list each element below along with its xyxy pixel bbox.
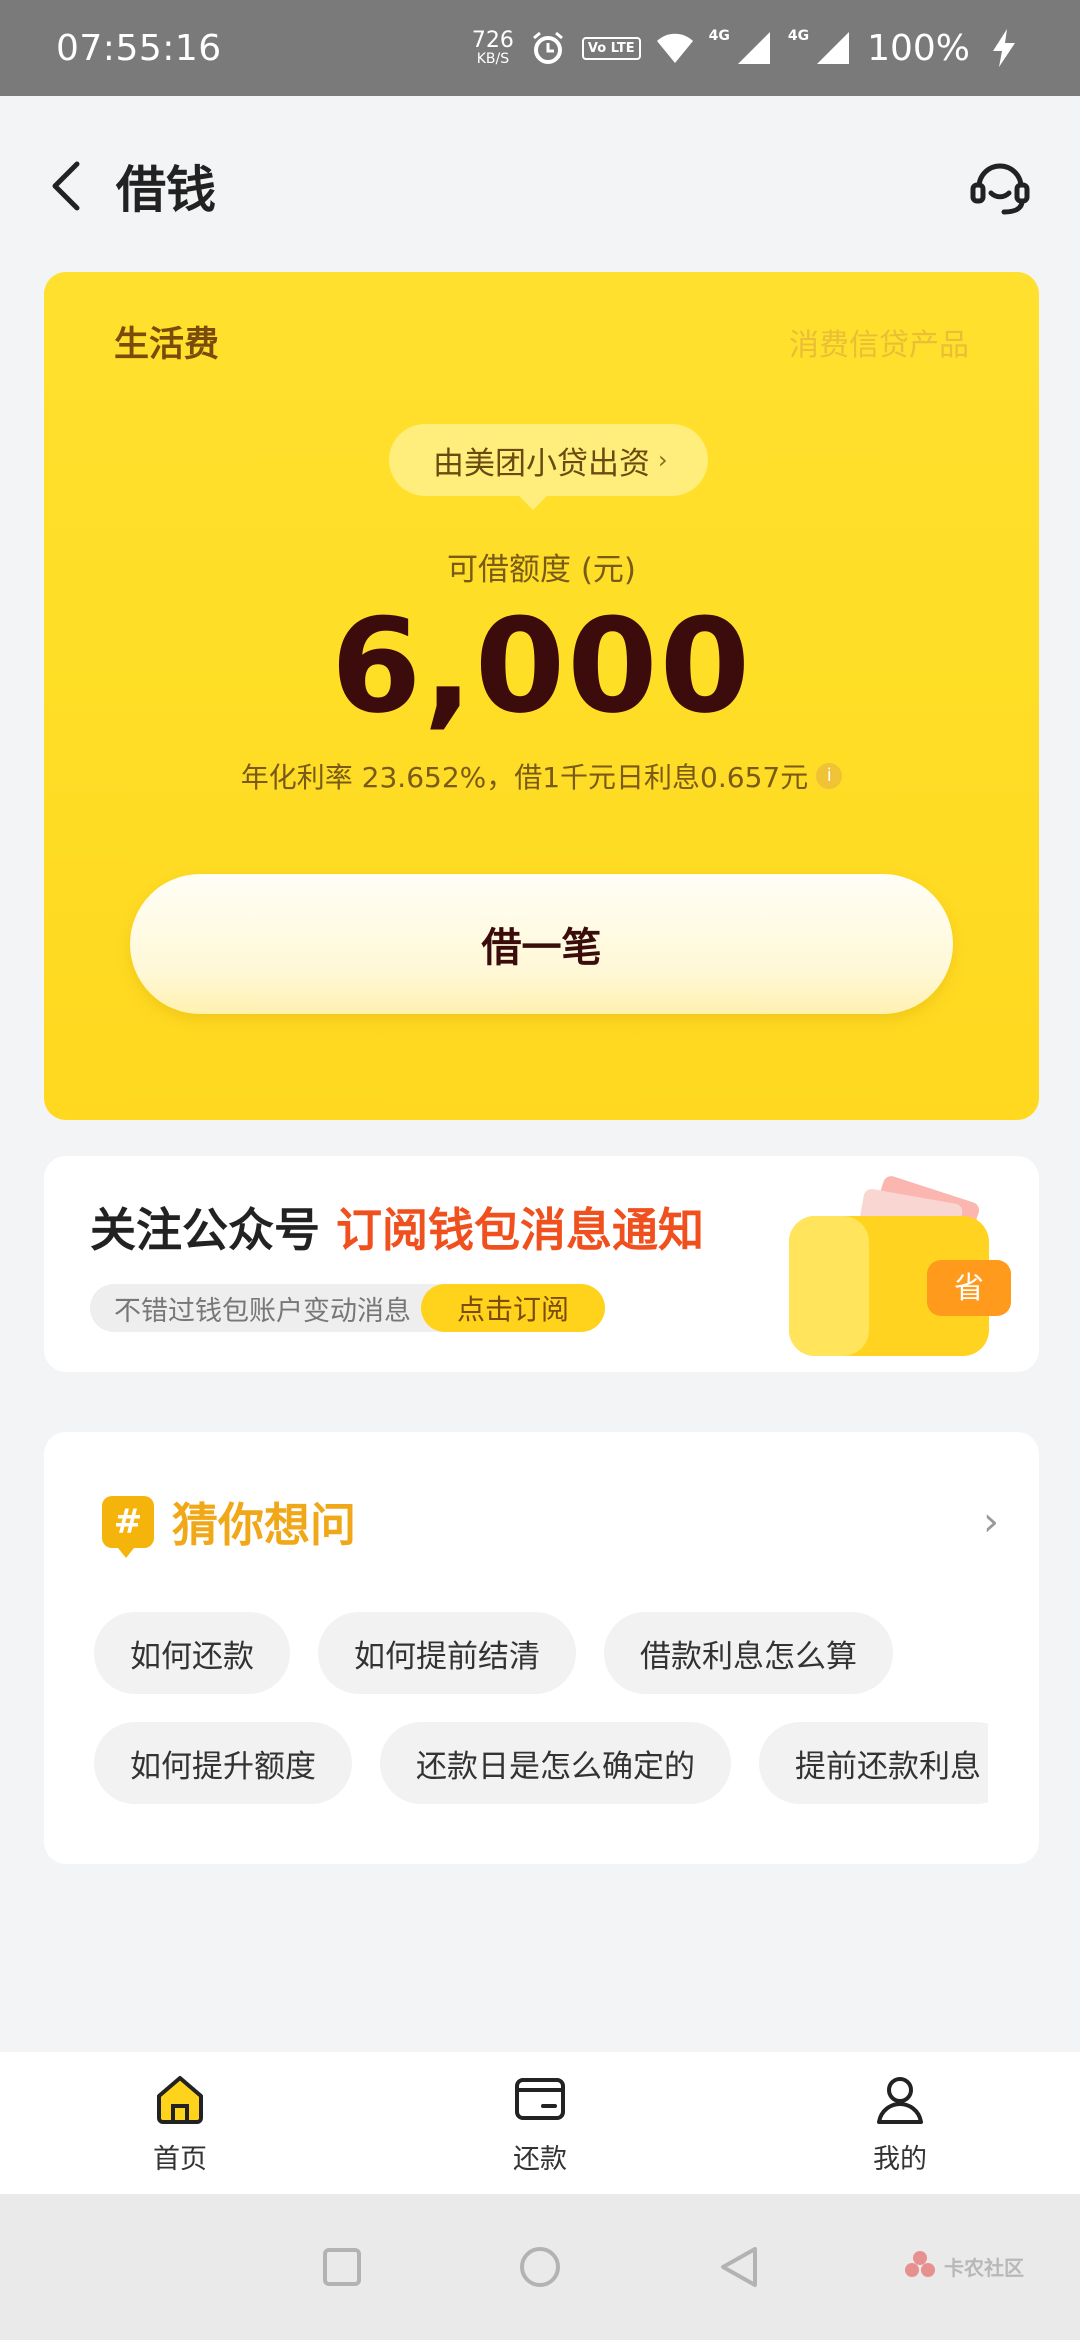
faq-chip[interactable]: 还款日是怎么确定的 [380, 1722, 731, 1804]
recent-apps-button[interactable] [318, 2243, 366, 2291]
status-time: 07:55:16 [56, 27, 222, 69]
info-icon[interactable]: i [816, 763, 843, 789]
watermark-text: 卡农社区 [944, 2255, 1024, 2280]
faq-chip[interactable]: 提前还款利息 [759, 1722, 988, 1804]
subscribe-title-prefix: 关注公众号 [90, 1203, 337, 1257]
product-name: 生活费 [114, 325, 220, 365]
lender-link[interactable]: 由美团小贷出资 › [389, 424, 708, 510]
page-title: 借钱 [116, 161, 216, 219]
square-icon [323, 2248, 361, 2286]
faq-chips: 如何还款 如何提前结清 借款利息怎么算 如何提升额度 还款日是怎么确定的 提前还… [44, 1432, 988, 1864]
quota-amount: 6,000 [330, 590, 753, 742]
nav-label: 首页 [153, 2143, 207, 2175]
rate-text: 年化利率 23.652%，借1千元日利息0.657元 [240, 761, 809, 794]
chevron-right-icon: › [658, 446, 668, 474]
triangle-back-icon [721, 2247, 757, 2287]
sim2-network-type: 4G [787, 28, 810, 44]
bottom-nav: 首页 还款 我的 [0, 2052, 1080, 2194]
app-bar: 借钱 [0, 96, 1080, 276]
volte-icon: Vo LTE [581, 36, 641, 60]
back-arrow-icon [52, 161, 80, 211]
watermark: 卡农社区 [902, 2248, 1024, 2284]
wallet-badge-text: 省 [954, 1271, 984, 1306]
subscribe-row: 不错过钱包账户变动消息 点击订阅 [90, 1284, 606, 1332]
charging-icon [984, 28, 1024, 68]
faq-chip-row-2: 如何提升额度 还款日是怎么确定的 提前还款利息 [94, 1722, 988, 1804]
subscribe-title-highlight: 订阅钱包消息通知 [336, 1203, 705, 1257]
profile-icon [872, 2071, 928, 2127]
network-speed-unit: KB/S [476, 51, 510, 67]
flower-logo-icon [905, 2251, 935, 2277]
borrow-button[interactable]: 借一笔 [130, 874, 953, 1014]
back-system-button[interactable] [714, 2243, 762, 2291]
faq-card: # 猜你想问 › 如何还款 如何提前结清 借款利息怎么算 如何提升额度 还款日是… [44, 1432, 1039, 1864]
product-type: 消费信贷产品 [789, 327, 969, 363]
nav-label: 还款 [513, 2143, 567, 2175]
sim1-network-type: 4G [708, 28, 730, 44]
alarm-icon [528, 28, 568, 68]
home-icon [152, 2071, 208, 2127]
nav-label: 我的 [873, 2143, 927, 2175]
network-speed: 726 KB/S [471, 28, 514, 67]
back-button[interactable] [44, 158, 88, 214]
quota-label: 可借额度 (元) [446, 552, 637, 588]
subscribe-banner[interactable]: 关注公众号 订阅钱包消息通知 不错过钱包账户变动消息 点击订阅 省 [44, 1156, 1039, 1372]
battery-level: 100% [867, 27, 970, 69]
wifi-icon [655, 28, 695, 68]
wallet-illustration: 省 [789, 1176, 1011, 1356]
card-header: 生活费 消费信贷产品 [114, 316, 969, 367]
customer-service-button[interactable] [964, 150, 1036, 222]
network-speed-value: 726 [471, 28, 514, 53]
home-system-button[interactable] [516, 2243, 564, 2291]
signal-icon [734, 28, 774, 68]
nav-item-home[interactable]: 首页 [0, 2052, 360, 2194]
nav-item-repay[interactable]: 还款 [360, 2052, 720, 2194]
rate-info: 年化利率 23.652%，借1千元日利息0.657元 i [44, 756, 1039, 796]
subscribe-title: 关注公众号 订阅钱包消息通知 [90, 1194, 704, 1260]
subscribe-button[interactable]: 点击订阅 [421, 1284, 606, 1332]
loan-card: 生活费 消费信贷产品 由美团小贷出资 › 可借额度 (元) 6,000 年化利率… [44, 272, 1039, 1120]
wallet-icon [512, 2071, 568, 2127]
status-icons: 726 KB/S Vo LTE 4G 4G 100% [472, 28, 1024, 69]
headset-icon [970, 163, 1030, 215]
faq-chip[interactable]: 如何提升额度 [94, 1722, 352, 1804]
circle-icon [520, 2247, 560, 2287]
status-bar: 07:55:16 726 KB/S Vo LTE 4G 4G 100% [0, 0, 1080, 96]
lender-text: 由美团小贷出资 [433, 445, 650, 482]
subscribe-description: 不错过钱包账户变动消息 [90, 1284, 461, 1332]
faq-chip[interactable]: 如何提前结清 [318, 1612, 576, 1694]
nav-item-profile[interactable]: 我的 [720, 2052, 1080, 2194]
faq-chip[interactable]: 借款利息怎么算 [604, 1612, 893, 1694]
faq-chip-row-1: 如何还款 如何提前结清 借款利息怎么算 [94, 1612, 893, 1694]
signal-icon [813, 28, 853, 68]
faq-chip[interactable]: 如何还款 [94, 1612, 290, 1694]
